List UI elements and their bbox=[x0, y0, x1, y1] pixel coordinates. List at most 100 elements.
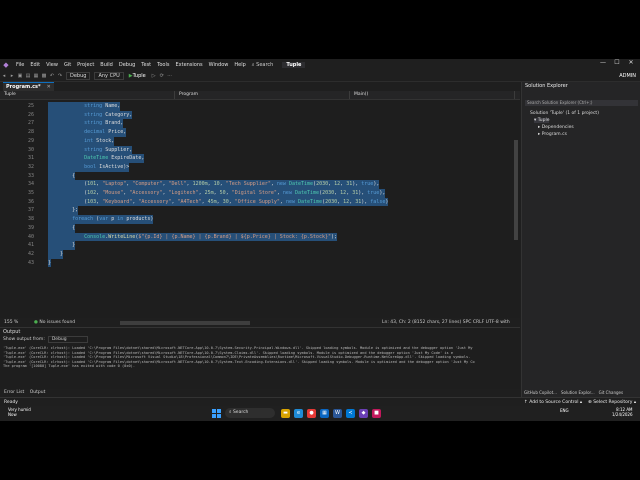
code-line[interactable]: 27 string Brand, bbox=[0, 119, 516, 129]
class-dropdown[interactable]: Program bbox=[175, 91, 350, 99]
menu-git[interactable]: Git bbox=[61, 62, 74, 68]
solution-title: Tuple bbox=[282, 62, 306, 68]
output-source-dropdown[interactable]: Debug bbox=[47, 336, 88, 343]
code-line[interactable]: 26 string Category, bbox=[0, 110, 516, 120]
tab-copilot[interactable]: GitHub Copilot... bbox=[522, 389, 559, 397]
menu-extensions[interactable]: Extensions bbox=[172, 62, 205, 68]
code-line[interactable]: 28 decimal Price, bbox=[0, 128, 516, 137]
code-line[interactable]: 42 } bbox=[0, 249, 516, 259]
visual-studio-icon[interactable]: ◆ bbox=[359, 408, 368, 418]
platform-dropdown[interactable]: Any CPU bbox=[94, 72, 124, 80]
line-number: 32 bbox=[27, 163, 34, 170]
member-dropdown[interactable]: Main() bbox=[350, 91, 515, 99]
code-line[interactable]: 31 DateTime ExpireDate, bbox=[0, 154, 516, 163]
code-line[interactable]: 33 { bbox=[0, 171, 516, 181]
code-text: bool IsActive)> bbox=[48, 162, 130, 172]
close-button[interactable]: ✕ bbox=[624, 59, 638, 66]
forward-icon[interactable]: ▸ bbox=[8, 73, 16, 79]
tree-program-cs[interactable]: ▸ Program.cs bbox=[538, 132, 567, 137]
start-without-debug-icon[interactable]: ▷ bbox=[150, 73, 158, 79]
code-text: } bbox=[48, 258, 52, 268]
code-line[interactable]: 43} bbox=[0, 258, 516, 268]
line-number: 27 bbox=[27, 120, 34, 127]
undo-icon[interactable]: ↶ bbox=[48, 73, 56, 79]
chrome-icon[interactable]: ● bbox=[307, 408, 316, 418]
code-line[interactable]: 37 }; bbox=[0, 206, 516, 216]
project-label: Tuple bbox=[4, 92, 16, 97]
menu-tools[interactable]: Tools bbox=[154, 62, 172, 68]
code-line[interactable]: 30 string Supplier, bbox=[0, 145, 516, 155]
window-controls: — ☐ ✕ bbox=[596, 59, 638, 66]
tree-solution[interactable]: Solution 'Tuple' (1 of 1 project) bbox=[530, 111, 599, 116]
taskbar-search[interactable]: ⌕ Search bbox=[225, 408, 275, 418]
scrollbar-thumb[interactable] bbox=[514, 140, 518, 240]
code-line[interactable]: 36 (103, "Keyboard", "Accessory", "A4Tec… bbox=[0, 197, 516, 207]
menu-edit[interactable]: Edit bbox=[27, 62, 43, 68]
open-icon[interactable]: ▤ bbox=[24, 73, 32, 79]
account-name[interactable]: ADMIN bbox=[619, 71, 636, 81]
hot-reload-icon[interactable]: ⟳ bbox=[158, 73, 166, 79]
editor-horizontal-scrollbar[interactable] bbox=[120, 321, 250, 325]
menu-debug[interactable]: Debug bbox=[116, 62, 138, 68]
minimize-button[interactable]: — bbox=[596, 59, 610, 66]
tab-error-list[interactable]: Error List bbox=[4, 390, 24, 395]
weather-widget[interactable]: Very humid Now bbox=[8, 407, 31, 417]
zoom-level[interactable]: 155 % bbox=[4, 319, 18, 327]
taskbar-clock[interactable]: 8:12 AM 1/24/2026 bbox=[612, 407, 633, 417]
menu-window[interactable]: Window bbox=[206, 62, 232, 68]
configuration-dropdown[interactable]: Debug bbox=[66, 72, 91, 80]
issues-indicator[interactable]: ● No issues found bbox=[34, 319, 75, 327]
menu-help[interactable]: Help bbox=[231, 62, 248, 68]
word-icon[interactable]: W bbox=[333, 408, 342, 418]
code-line[interactable]: 34 (101, "Laptop", "Computer", "Dell", 1… bbox=[0, 180, 516, 189]
back-icon[interactable]: ◂ bbox=[0, 73, 8, 79]
line-number: 36 bbox=[27, 198, 34, 205]
menu-file[interactable]: File bbox=[13, 62, 27, 68]
code-line[interactable]: 38 foreach (var p in products) bbox=[0, 215, 516, 224]
editor-vertical-scrollbar[interactable] bbox=[513, 100, 519, 318]
issues-label: No issues found bbox=[39, 320, 76, 325]
save-all-icon[interactable]: ▩ bbox=[40, 73, 48, 79]
code-text: }; bbox=[48, 206, 79, 216]
menu-project[interactable]: Project bbox=[74, 62, 97, 68]
search-button[interactable]: ⌕ Search bbox=[249, 62, 277, 68]
tree-project[interactable]: ▾ Tuple bbox=[534, 118, 550, 123]
redo-icon[interactable]: ↷ bbox=[56, 73, 64, 79]
code-line[interactable]: 29 int Stock, bbox=[0, 136, 516, 146]
windows-start-icon[interactable] bbox=[212, 408, 221, 418]
new-item-icon[interactable]: ▣ bbox=[16, 73, 24, 79]
code-line[interactable]: 25 string Name, bbox=[0, 102, 516, 111]
code-line[interactable]: 40 Console.WriteLine($"{p.Id} | {p.Name}… bbox=[0, 232, 516, 242]
tab-label: Program.cs* bbox=[6, 84, 41, 90]
maximize-button[interactable]: ☐ bbox=[610, 59, 624, 66]
code-line[interactable]: 41 } bbox=[0, 241, 516, 250]
store-icon[interactable]: ▦ bbox=[320, 408, 329, 418]
code-line[interactable]: 32 bool IsActive)> bbox=[0, 162, 516, 172]
line-number: 25 bbox=[27, 103, 34, 109]
tab-output[interactable]: Output bbox=[30, 390, 46, 395]
code-line[interactable]: 39 { bbox=[0, 223, 516, 233]
code-line[interactable]: 35 (102, "Mouse", "Accessory", "Logitech… bbox=[0, 189, 516, 198]
save-icon[interactable]: ▦ bbox=[32, 73, 40, 79]
menu-view[interactable]: View bbox=[43, 62, 61, 68]
line-number: 31 bbox=[27, 155, 34, 162]
tab-solution-explorer[interactable]: Solution Explor... bbox=[559, 389, 597, 397]
toolbar-more-icon[interactable]: ⋯ bbox=[166, 73, 174, 79]
tray-language[interactable]: ENG bbox=[560, 408, 569, 413]
menu-test[interactable]: Test bbox=[138, 62, 154, 68]
code-editor[interactable]: 25 string Name, 26 string Category, 27 str… bbox=[0, 100, 520, 318]
output-line: The program '[10080] Tuple.exe' has exit… bbox=[3, 364, 135, 368]
recording-app-icon[interactable]: ■ bbox=[372, 408, 381, 418]
close-tab-icon[interactable]: ✕ bbox=[47, 84, 51, 90]
file-explorer-icon[interactable]: ▬ bbox=[281, 408, 290, 418]
start-button-label[interactable]: Tuple bbox=[133, 73, 146, 79]
line-number: 38 bbox=[27, 216, 34, 223]
menu-build[interactable]: Build bbox=[97, 62, 116, 68]
edge-icon[interactable]: e bbox=[294, 408, 303, 418]
tree-dependencies[interactable]: ▸ Dependencies bbox=[538, 125, 574, 130]
vscode-icon[interactable]: ≺ bbox=[346, 408, 355, 418]
tab-git-changes[interactable]: Git Changes bbox=[597, 389, 625, 397]
solution-search-input[interactable]: Search Solution Explorer (Ctrl+;) bbox=[525, 100, 638, 106]
project-dropdown[interactable]: Tuple bbox=[0, 91, 175, 99]
line-number: 43 bbox=[27, 259, 34, 266]
